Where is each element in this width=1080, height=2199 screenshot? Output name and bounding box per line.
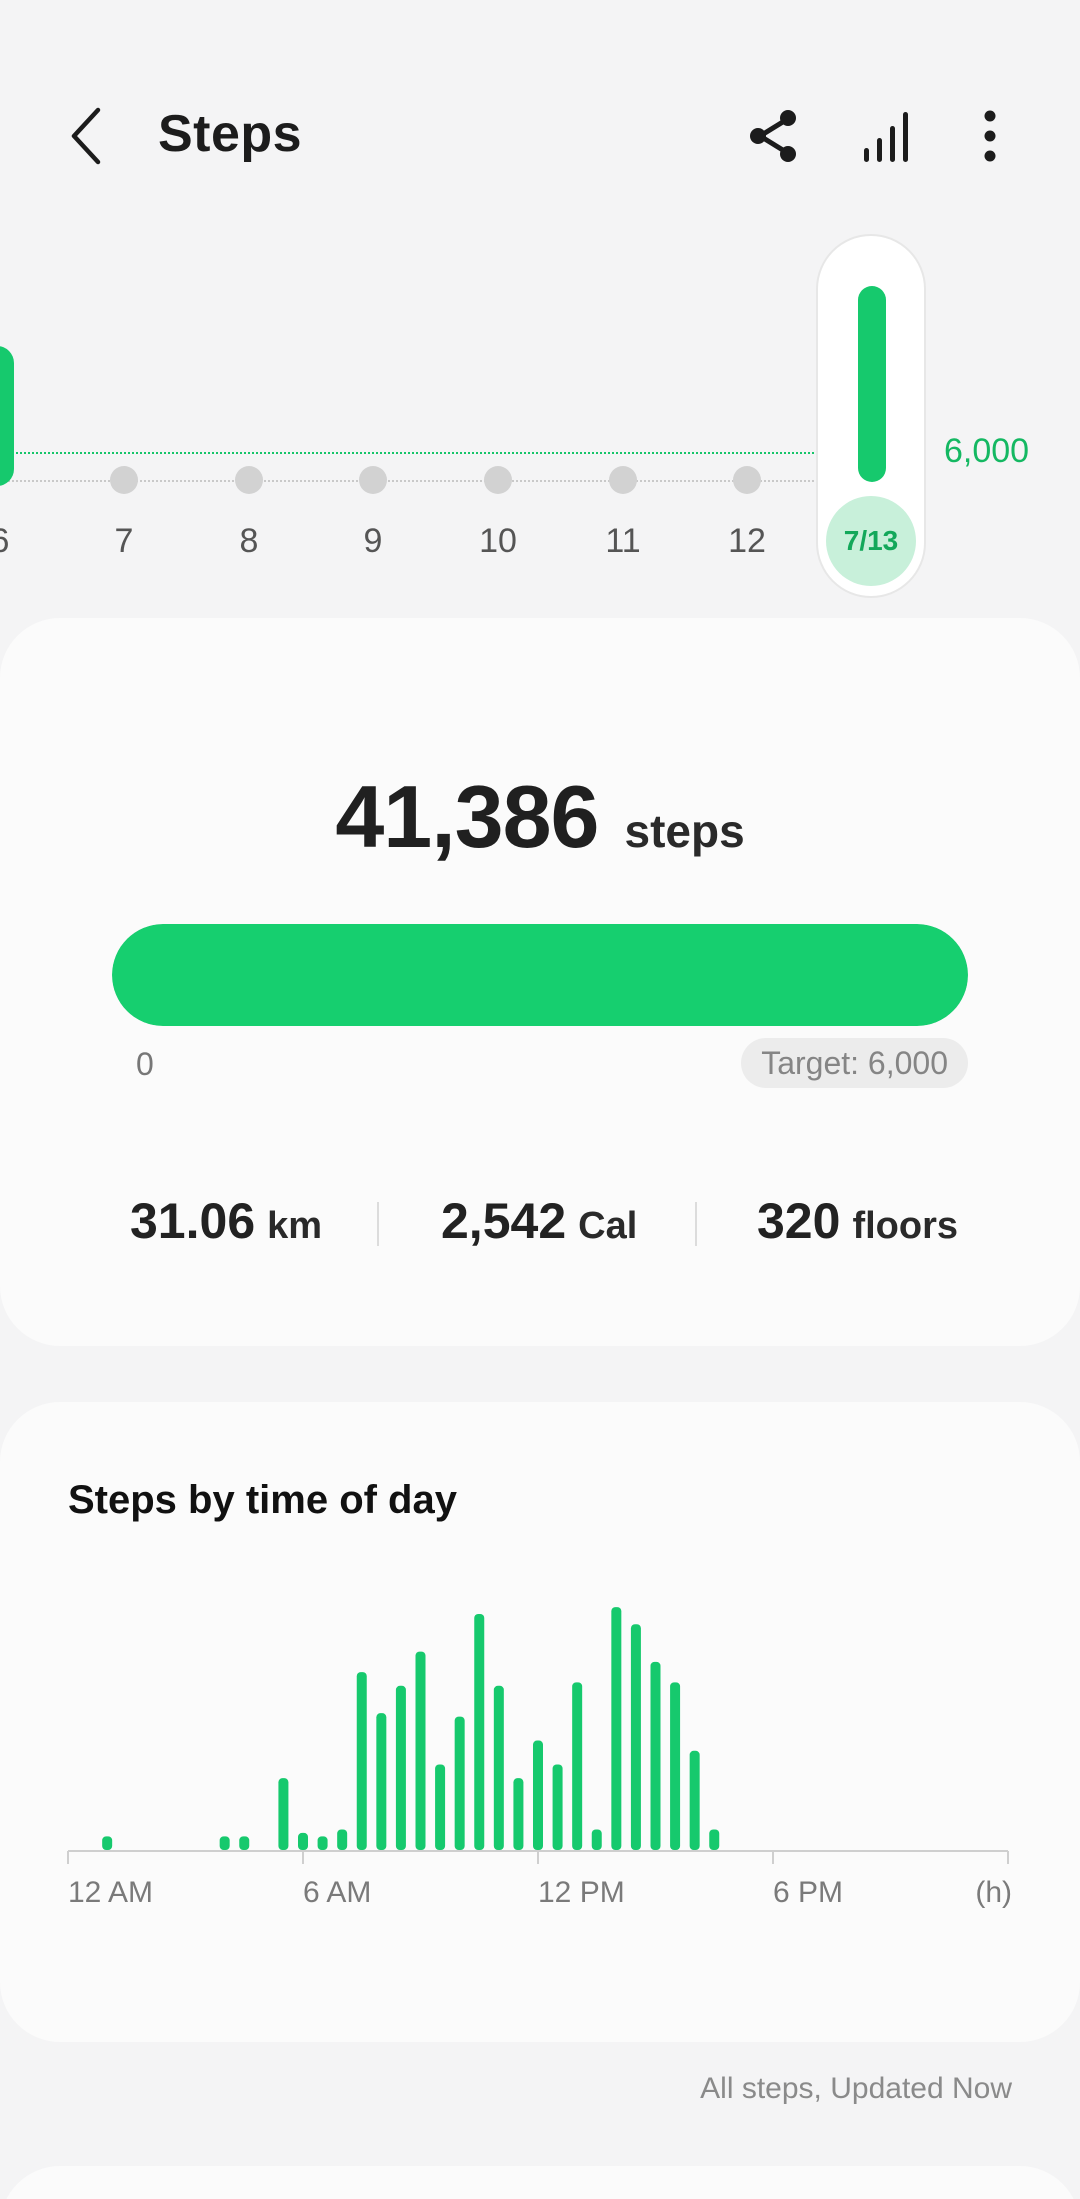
floors-unit: floors [852, 1205, 958, 1247]
chart-bar [278, 1778, 289, 1850]
chart-bar [611, 1607, 622, 1850]
app-header: Steps [0, 0, 1080, 270]
chart-bar [709, 1829, 720, 1850]
day-dot-8[interactable] [235, 466, 263, 494]
steps-progress-fill [112, 924, 968, 1026]
chart-bar [239, 1836, 250, 1850]
floors-value: 320 [757, 1193, 841, 1249]
more-vertical-icon [984, 110, 996, 162]
progress-start-label: 0 [136, 1046, 154, 1082]
chart-bar [689, 1750, 700, 1850]
day-label-6[interactable]: 6 [0, 522, 40, 561]
bar-chart-icon [864, 112, 908, 162]
chart-bar [670, 1682, 681, 1850]
x-tick-label: 6 AM [303, 1876, 371, 1909]
day-bar-6[interactable] [0, 346, 14, 486]
chart-bar [493, 1685, 504, 1850]
goal-line [0, 452, 830, 454]
share-icon [750, 110, 796, 162]
selected-day-bar [858, 286, 886, 482]
day-label-12[interactable]: 12 [707, 522, 787, 561]
chart-bar [337, 1829, 348, 1850]
day-dot-10[interactable] [484, 466, 512, 494]
chart-bar [435, 1764, 446, 1850]
chart-bar [376, 1713, 387, 1850]
day-dot-12[interactable] [733, 466, 761, 494]
chart-bar [513, 1778, 524, 1850]
more-options-button[interactable] [958, 104, 1022, 168]
day-label-11[interactable]: 11 [583, 522, 663, 561]
target-badge: Target: 6,000 [741, 1038, 968, 1088]
chart-bar [572, 1682, 583, 1850]
x-tick-label: 12 AM [68, 1876, 153, 1909]
day-label-9[interactable]: 9 [333, 522, 413, 561]
stat-divider [695, 1202, 697, 1246]
floors-stat: 320 floors [757, 1192, 958, 1250]
x-tick-label: 6 PM [773, 1876, 843, 1909]
steps-progress-bar [112, 924, 968, 1026]
chart-bar [630, 1624, 641, 1850]
chart-bar [533, 1740, 543, 1850]
chart-bar [298, 1832, 308, 1850]
stat-divider [377, 1202, 379, 1246]
x-tick-label: 12 PM [538, 1876, 625, 1909]
steps-count: 41,386 [335, 767, 599, 866]
time-of-day-chart: 12 AM 6 AM 12 PM 6 PM (h) [67, 1607, 1012, 1909]
daily-steps-strip[interactable]: 6 7 8 9 10 11 12 7/13 6,000 [0, 236, 1080, 606]
chart-bar [454, 1716, 465, 1850]
day-dot-11[interactable] [609, 466, 637, 494]
distance-unit: km [267, 1205, 323, 1247]
chart-bar [317, 1836, 328, 1850]
time-of-day-card[interactable]: Steps by time of day 12 AM 6 AM 12 PM 6 PM (… [0, 1402, 1080, 2042]
back-button[interactable] [62, 104, 118, 168]
day-label-8[interactable]: 8 [209, 522, 289, 561]
chevron-left-icon [71, 107, 101, 165]
page-title: Steps [158, 105, 303, 163]
calories-stat: 2,542 Cal [441, 1192, 637, 1250]
chart-bar [552, 1764, 563, 1850]
chart-bar [102, 1836, 113, 1850]
distance-stat: 31.06 km [130, 1192, 322, 1250]
goal-label: 6,000 [944, 432, 1030, 470]
chart-bar [395, 1685, 406, 1850]
day-label-7[interactable]: 7 [84, 522, 164, 561]
chart-bar [650, 1661, 661, 1850]
distance-value: 31.06 [130, 1193, 256, 1249]
calories-value: 2,542 [441, 1193, 567, 1249]
section-title: Steps by time of day [68, 1478, 457, 1522]
chart-bar [591, 1829, 602, 1850]
selected-date-badge[interactable]: 7/13 [826, 496, 916, 586]
chart-bar [415, 1651, 426, 1850]
chart-bar [356, 1672, 367, 1850]
day-dot-9[interactable] [359, 466, 387, 494]
chart-bar [219, 1836, 230, 1850]
steps-summary-card: 41,386 steps 0 Target: 6,000 31.06 km 2,54… [0, 618, 1080, 1346]
updated-note: All steps, Updated Now [700, 2072, 1012, 2105]
calories-unit: Cal [578, 1205, 638, 1247]
steps-unit: steps [624, 805, 745, 857]
steps-total: 41,386 steps [0, 766, 1080, 868]
x-tick-label: (h) [975, 1876, 1012, 1909]
next-card [0, 2166, 1080, 2199]
share-button[interactable] [742, 104, 806, 168]
chart-bar [474, 1613, 485, 1850]
trends-button[interactable] [856, 104, 920, 168]
day-dot-7[interactable] [110, 466, 138, 494]
day-label-10[interactable]: 10 [458, 522, 538, 561]
